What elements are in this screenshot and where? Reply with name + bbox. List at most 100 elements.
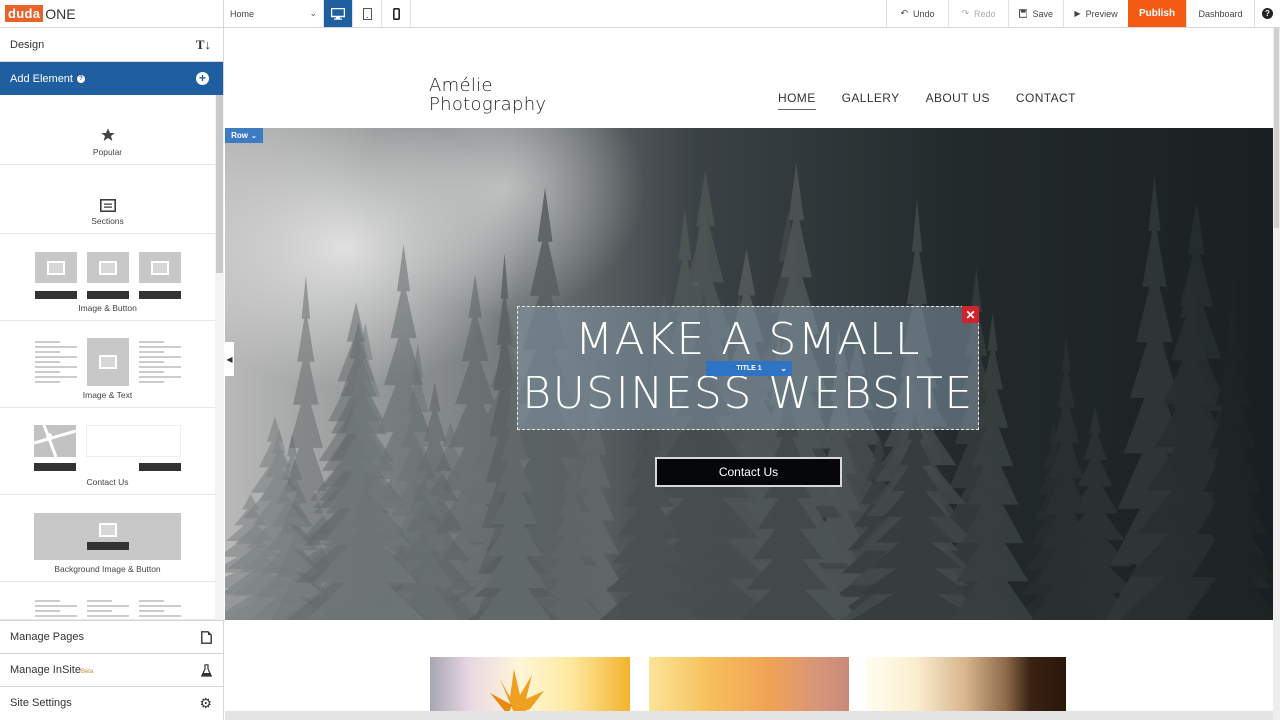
contact-thumbnail: [34, 425, 181, 473]
design-label: Design: [10, 38, 45, 51]
map-icon: [34, 425, 76, 457]
brand-one: ONE: [45, 5, 76, 22]
text-columns-thumbnail: [34, 600, 181, 617]
element-contact-us[interactable]: Contact Us: [0, 408, 215, 495]
row-selector-button[interactable]: Row ⌄: [225, 128, 263, 143]
redo-label: Redo: [974, 8, 996, 19]
chevron-down-icon: ⌄: [251, 132, 257, 140]
gallery-image-3[interactable]: [866, 657, 1066, 715]
flask-icon: [201, 663, 212, 677]
element-text-columns[interactable]: [0, 582, 215, 620]
help-button[interactable]: ?: [1254, 0, 1280, 27]
nav-home[interactable]: HOME: [778, 91, 816, 110]
site-settings-label: Site Settings: [10, 697, 72, 709]
title-style-selector[interactable]: TITLE 1 ⌄: [706, 361, 792, 376]
preview-label: Preview: [1085, 8, 1118, 19]
canvas-horizontal-scrollbar[interactable]: [225, 711, 1273, 720]
element-label: Image & Text: [82, 390, 133, 400]
dashboard-button[interactable]: Dashboard: [1186, 0, 1254, 27]
gear-icon: ⚙: [199, 694, 212, 711]
undo-icon: ↶: [900, 8, 909, 18]
flower-image: [490, 669, 544, 715]
scrollbar-thumb[interactable]: [216, 95, 223, 273]
top-toolbar: duda ONE Home ⌄ ↶ Undo ↷ Redo Save ▶ Pre…: [0, 0, 1280, 28]
page-select-value: Home: [230, 8, 255, 19]
element-background-image-button[interactable]: Background Image & Button: [0, 495, 215, 582]
image-placeholder-icon: [34, 252, 77, 283]
site-logo[interactable]: Amélie Photography: [429, 76, 546, 114]
sidebar-item-manage-insite[interactable]: Manage InSiteBeta: [0, 653, 224, 686]
add-element-label: Add Element: [10, 72, 73, 85]
close-button[interactable]: ✕: [962, 306, 979, 323]
element-image-text[interactable]: Image & Text: [0, 321, 215, 408]
image-placeholder-icon: [86, 338, 129, 386]
scrollbar-thumb[interactable]: [1274, 28, 1279, 228]
manage-pages-label: Manage Pages: [10, 631, 84, 643]
logo-line-1: Amélie: [429, 75, 493, 96]
element-list: Popular Sections Image & Button Image & …: [0, 95, 215, 620]
canvas-vertical-scrollbar[interactable]: [1273, 28, 1280, 720]
plus-circle-icon: +: [196, 72, 209, 85]
element-label: Sections: [91, 216, 124, 226]
text-style-icon: T↓: [195, 36, 211, 52]
triangle-left-icon: ◀: [226, 354, 233, 364]
nav-gallery[interactable]: GALLERY: [842, 91, 900, 110]
site-header[interactable]: Amélie Photography HOME GALLERY ABOUT US…: [225, 28, 1273, 128]
collapse-sidebar-button[interactable]: ◀: [225, 342, 234, 376]
mobile-icon: [392, 7, 400, 20]
gallery-image-1[interactable]: [430, 657, 630, 715]
chevron-down-icon: ⌄: [780, 364, 787, 373]
element-popular[interactable]: Popular: [0, 95, 215, 165]
title-tag-label: TITLE 1: [736, 365, 762, 372]
brand-logo: duda ONE: [0, 0, 224, 27]
tablet-icon: [362, 7, 372, 20]
sidebar-item-add-element[interactable]: Add Element? +: [0, 62, 223, 95]
image-button-thumbnail: [34, 252, 181, 299]
brand-duda: duda: [5, 5, 44, 22]
nav-contact[interactable]: CONTACT: [1016, 91, 1076, 110]
undo-label: Undo: [913, 8, 935, 19]
device-tablet-button[interactable]: [353, 0, 382, 27]
question-icon: ?: [1262, 8, 1273, 19]
save-icon: [1019, 9, 1028, 18]
device-mobile-button[interactable]: [382, 0, 411, 27]
redo-button[interactable]: ↷ Redo: [948, 0, 1008, 27]
page-select[interactable]: Home ⌄: [224, 0, 324, 27]
image-placeholder-icon: [138, 252, 181, 283]
element-image-button[interactable]: Image & Button: [0, 234, 215, 321]
site-nav: HOME GALLERY ABOUT US CONTACT: [778, 91, 1102, 110]
element-label: Background Image & Button: [54, 564, 161, 574]
undo-button[interactable]: ↶ Undo: [886, 0, 948, 27]
site-canvas: Amélie Photography HOME GALLERY ABOUT US…: [225, 28, 1273, 720]
beta-badge: Beta: [80, 669, 94, 675]
gallery-image-2[interactable]: [649, 657, 849, 715]
help-icon[interactable]: ?: [76, 74, 85, 83]
contact-us-button[interactable]: Contact Us: [655, 457, 842, 487]
sidebar-scrollbar[interactable]: [215, 95, 224, 620]
element-sections[interactable]: Sections: [0, 165, 215, 234]
image-text-thumbnail: [34, 338, 181, 386]
play-icon: ▶: [1074, 9, 1081, 18]
editor-app: duda ONE Home ⌄ ↶ Undo ↷ Redo Save ▶ Pre…: [0, 0, 1280, 720]
nav-about-us[interactable]: ABOUT US: [926, 91, 990, 110]
publish-button[interactable]: Publish: [1128, 0, 1186, 27]
element-label: Image & Button: [78, 303, 137, 313]
element-label: Contact Us: [86, 477, 129, 487]
row-tag-label: Row: [231, 131, 248, 140]
desktop-icon: [331, 7, 345, 20]
background-image-thumbnail: [34, 513, 181, 560]
device-desktop-button[interactable]: [324, 0, 353, 27]
sidebar-item-manage-pages[interactable]: Manage Pages: [0, 620, 224, 653]
preview-button[interactable]: ▶ Preview: [1063, 0, 1128, 27]
redo-icon: ↷: [961, 8, 970, 18]
manage-insite-label: Manage InSite: [10, 664, 81, 676]
hero-title-line-1: MAKE A SMALL: [575, 314, 921, 365]
sidebar-item-site-settings[interactable]: Site Settings ⚙: [0, 686, 224, 719]
hero-title-box[interactable]: MAKE A SMALL BUSINESS WEBSITE TITLE 1 ⌄ …: [517, 306, 979, 430]
element-label: Popular: [92, 147, 123, 157]
save-button[interactable]: Save: [1008, 0, 1063, 27]
chevron-down-icon: ⌄: [309, 8, 317, 18]
logo-line-2: Photography: [429, 94, 547, 115]
sidebar-item-design[interactable]: Design T↓: [0, 28, 223, 62]
